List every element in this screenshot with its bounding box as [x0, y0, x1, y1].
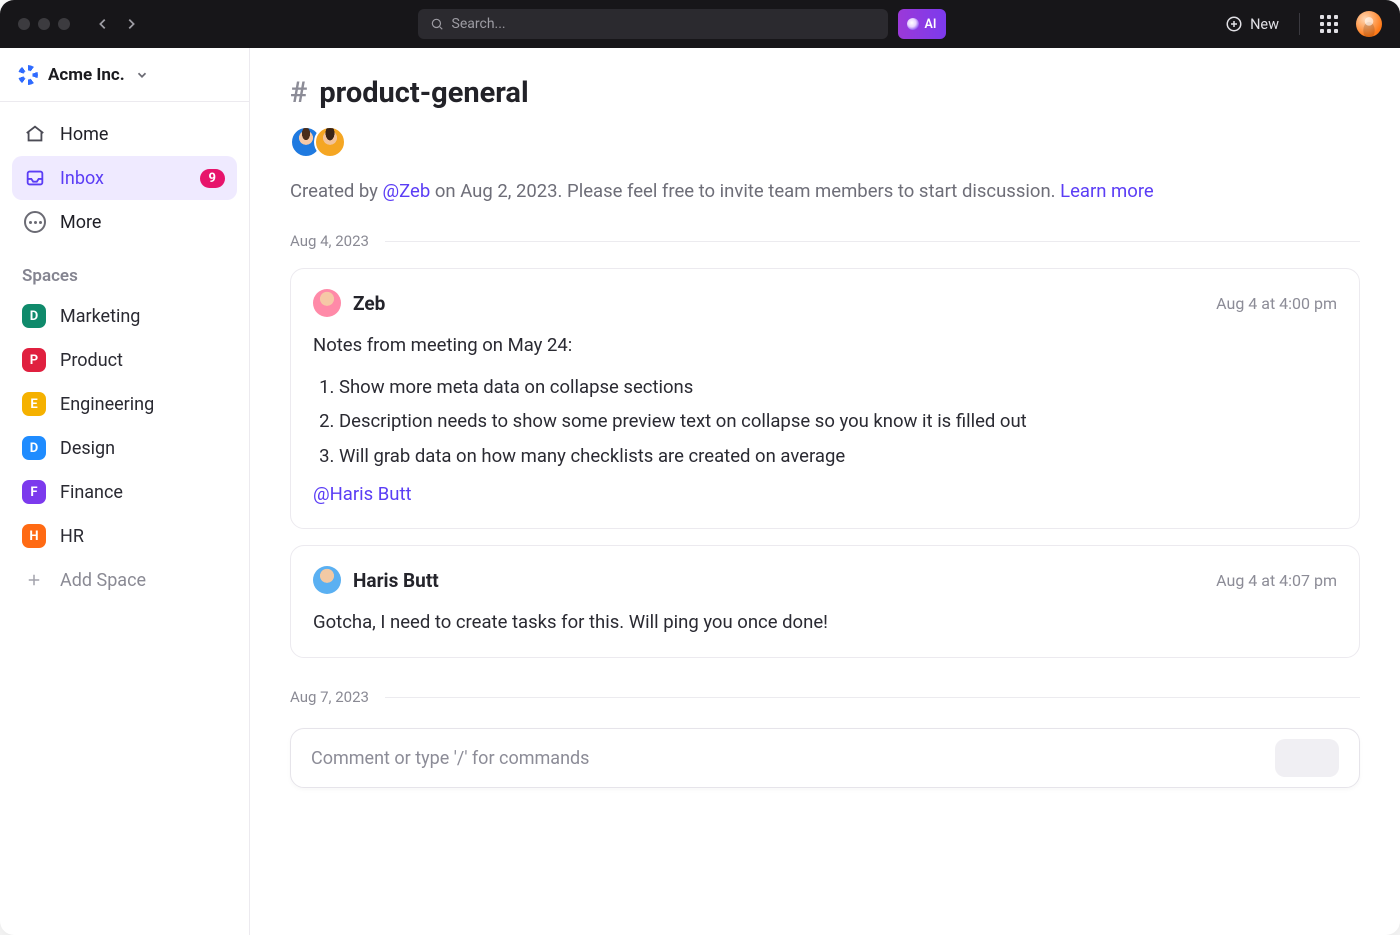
author-avatar: [313, 289, 341, 317]
send-button[interactable]: [1275, 739, 1339, 777]
space-item-design[interactable]: D Design: [0, 426, 249, 470]
sidebar: Acme Inc. Home Inbox 9 More: [0, 48, 250, 935]
comment-input[interactable]: Comment or type '/' for commands: [290, 728, 1360, 788]
main-content: # product-general Created by @Zeb on Aug…: [250, 48, 1400, 935]
message-time: Aug 4 at 4:07 pm: [1216, 571, 1337, 590]
space-chip: D: [22, 304, 46, 328]
search-placeholder: Search...: [452, 16, 506, 32]
list-item: Description needs to show some preview t…: [339, 404, 1337, 439]
author-avatar: [313, 566, 341, 594]
composer-placeholder: Comment or type '/' for commands: [311, 748, 589, 769]
plus-icon: [22, 568, 46, 592]
titlebar: Search... AI New: [0, 0, 1400, 48]
member-avatar: [314, 126, 346, 158]
space-chip: P: [22, 348, 46, 372]
ai-button[interactable]: AI: [898, 9, 946, 39]
mention[interactable]: @Haris Butt: [313, 480, 1337, 509]
home-icon: [24, 123, 46, 145]
space-item-hr[interactable]: H HR: [0, 514, 249, 558]
sidebar-item-inbox[interactable]: Inbox 9: [12, 156, 237, 200]
plus-circle-icon: [1225, 15, 1243, 33]
creator-mention[interactable]: @Zeb: [383, 180, 431, 202]
space-item-product[interactable]: P Product: [0, 338, 249, 382]
author-name: Zeb: [353, 292, 385, 315]
search-icon: [430, 17, 444, 31]
inbox-icon: [24, 167, 46, 189]
sidebar-item-more[interactable]: More: [12, 200, 237, 244]
workspace-logo-icon: [18, 65, 38, 85]
add-space-button[interactable]: Add Space: [0, 558, 249, 602]
ai-icon: [907, 18, 919, 30]
search-input[interactable]: Search...: [418, 9, 888, 39]
date-separator: Aug 4, 2023: [290, 232, 1360, 250]
apps-button[interactable]: [1320, 15, 1338, 33]
author-name: Haris Butt: [353, 569, 439, 592]
new-button[interactable]: New: [1225, 15, 1279, 33]
hash-icon: #: [290, 76, 307, 110]
list-item: Will grab data on how many checklists ar…: [339, 439, 1337, 474]
more-icon: [24, 211, 46, 233]
space-chip: D: [22, 436, 46, 460]
nav-forward-button[interactable]: [124, 17, 138, 31]
channel-meta: Created by @Zeb on Aug 2, 2023. Please f…: [290, 180, 1360, 202]
message-text: Gotcha, I need to create tasks for this.…: [313, 608, 1337, 637]
space-item-marketing[interactable]: D Marketing: [0, 294, 249, 338]
space-chip: H: [22, 524, 46, 548]
message-text: Notes from meeting on May 24:: [313, 331, 1337, 360]
sidebar-item-home[interactable]: Home: [12, 112, 237, 156]
message[interactable]: Haris Butt Aug 4 at 4:07 pm Gotcha, I ne…: [290, 545, 1360, 658]
channel-members[interactable]: [290, 126, 1360, 158]
space-chip: E: [22, 392, 46, 416]
workspace-switcher[interactable]: Acme Inc.: [0, 48, 249, 102]
channel-title: # product-general: [290, 76, 1360, 110]
message-time: Aug 4 at 4:00 pm: [1216, 294, 1337, 313]
user-avatar[interactable]: [1356, 11, 1382, 37]
date-separator: Aug 7, 2023: [290, 688, 1360, 706]
workspace-name: Acme Inc.: [48, 65, 125, 85]
chevron-down-icon: [135, 68, 149, 82]
list-item: Show more meta data on collapse sections: [339, 370, 1337, 405]
inbox-badge: 9: [200, 169, 225, 188]
space-item-finance[interactable]: F Finance: [0, 470, 249, 514]
window-controls[interactable]: [18, 18, 78, 30]
space-chip: F: [22, 480, 46, 504]
nav-back-button[interactable]: [96, 17, 110, 31]
message[interactable]: Zeb Aug 4 at 4:00 pm Notes from meeting …: [290, 268, 1360, 529]
spaces-heading: Spaces: [0, 248, 249, 294]
learn-more-link[interactable]: Learn more: [1060, 180, 1154, 202]
space-item-engineering[interactable]: E Engineering: [0, 382, 249, 426]
